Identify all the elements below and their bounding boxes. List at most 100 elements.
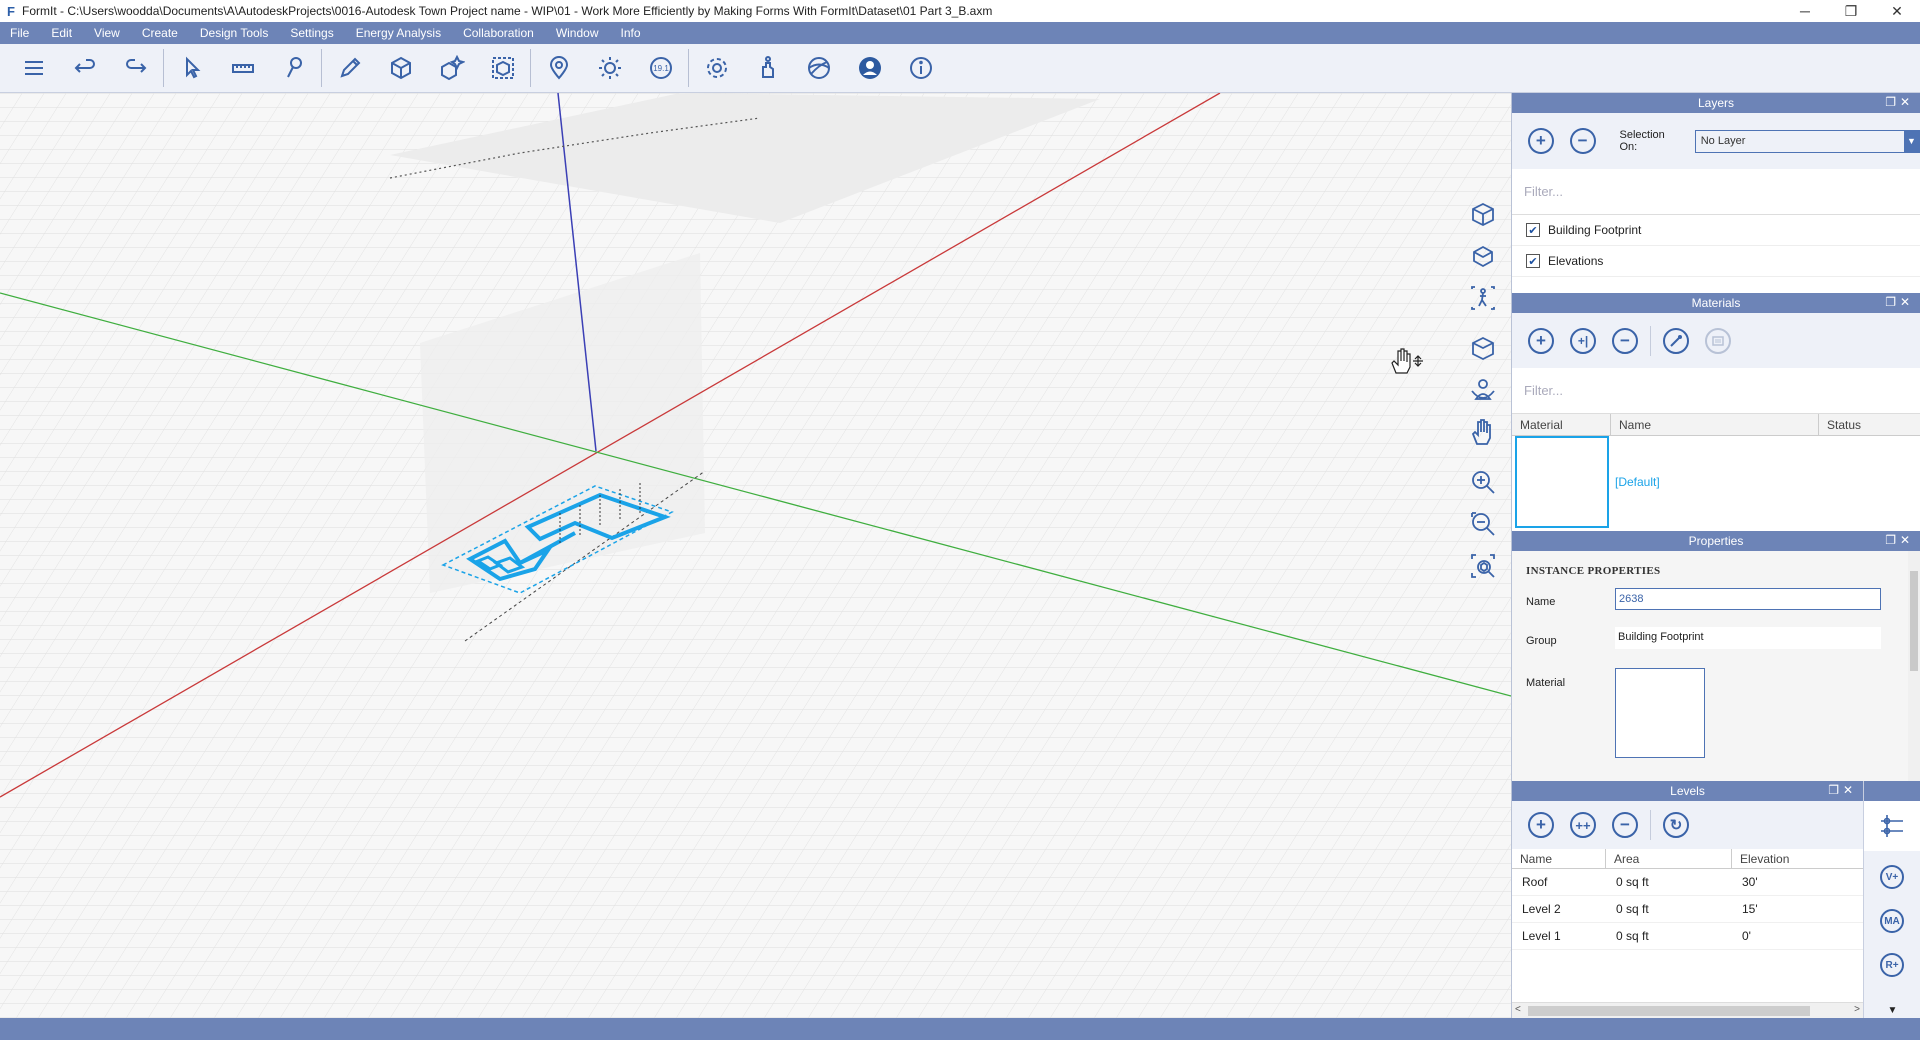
view-cube-button[interactable] [1462,193,1504,235]
add-multiple-levels-button[interactable]: ++ [1570,812,1596,838]
column-material[interactable]: Material [1512,414,1611,435]
menu-window[interactable]: Window [546,26,611,40]
name-input[interactable]: 2638 [1615,588,1881,610]
sketch-button[interactable] [324,48,375,88]
3d-viewport[interactable] [0,93,1511,1018]
zoom-out-button[interactable] [1462,503,1504,545]
panel-float-close-icons[interactable]: ❐✕ [1885,533,1914,547]
layer-row-building-footprint[interactable]: ✔ Building Footprint [1512,215,1920,246]
walk-button[interactable] [1462,277,1504,319]
menu-collaboration[interactable]: Collaboration [453,26,546,40]
pan-button[interactable] [1462,411,1504,453]
zoom-extents-button[interactable] [1462,545,1504,587]
toolbar-menu-button[interactable] [8,48,59,88]
scrollbar-thumb[interactable] [1910,571,1918,671]
scale-button[interactable]: 19.1 [635,48,686,88]
panel-float-close-icons[interactable]: ❐✕ [1885,295,1914,309]
menu-info[interactable]: Info [611,26,653,40]
info-button[interactable] [895,48,946,88]
material-library-button[interactable] [1705,327,1731,354]
level-area: 0 sq ft [1616,875,1649,889]
paint-icon [286,57,302,78]
maximize-button[interactable]: ❐ [1828,0,1874,22]
level-elevation: 0' [1742,929,1751,943]
level-row[interactable]: Roof 0 sq ft 30' [1512,869,1863,896]
layers-filter-input[interactable]: Filter... [1512,169,1920,215]
select-button[interactable] [166,48,217,88]
globe-icon [807,57,830,79]
close-button[interactable]: ✕ [1874,0,1920,22]
ma-button[interactable]: MA [1864,909,1920,953]
chevron-down-icon[interactable]: ▼ [1864,1005,1920,1016]
column-name[interactable]: Name [1512,849,1606,868]
levels-horizontal-scrollbar[interactable]: < > [1512,1002,1863,1018]
level-tool-button[interactable] [1864,801,1920,851]
menu-view[interactable]: View [84,26,132,40]
menu-edit[interactable]: Edit [41,26,84,40]
eyedropper-button[interactable] [1663,327,1689,354]
menu-file[interactable]: File [0,26,41,40]
collaboration-button[interactable] [793,48,844,88]
paint-button[interactable] [268,48,319,88]
level-row[interactable]: Level 1 0 sq ft 0' [1512,923,1863,950]
r-plus-button[interactable]: R+ [1864,953,1920,997]
add-level-button[interactable]: + [1528,812,1554,838]
add-material-button[interactable]: + [1528,327,1554,354]
minimize-button[interactable]: ─ [1782,0,1828,22]
zoom-in-button[interactable] [1462,461,1504,503]
add-layer-button[interactable]: + [1528,128,1554,154]
layer-visible-checkbox[interactable]: ✔ [1526,254,1540,268]
panel-float-close-icons[interactable] [1864,781,1920,801]
redo-button[interactable] [110,48,161,88]
component-button[interactable] [426,48,477,88]
account-button[interactable] [844,48,895,88]
panel-float-close-icons[interactable]: ❐✕ [1885,95,1914,109]
level-name: Level 2 [1522,902,1561,916]
materials-filter-input[interactable]: Filter... [1512,368,1920,414]
orbit-box-button[interactable] [1462,235,1504,277]
levels-panel-header: Levels ❐✕ [1512,781,1863,801]
layer-row-elevations[interactable]: ✔ Elevations [1512,246,1920,277]
name-label: Name [1526,596,1556,608]
menu-create[interactable]: Create [132,26,190,40]
import-material-button[interactable]: +| [1570,327,1596,354]
look-around-button[interactable] [1462,369,1504,411]
remove-level-button[interactable]: − [1612,812,1638,838]
dynamo-button[interactable] [742,48,793,88]
perspective-button[interactable] [1462,327,1504,369]
dimension-button[interactable] [217,48,268,88]
column-area[interactable]: Area [1606,849,1732,868]
v-plus-button[interactable]: V+ [1864,865,1920,909]
scroll-right-icon[interactable]: > [1854,1004,1860,1015]
column-name[interactable]: Name [1611,414,1819,435]
perspective-icon [1472,336,1494,361]
material-preview-swatch[interactable] [1615,668,1705,758]
scrollbar-thumb[interactable] [1528,1006,1810,1016]
cube-button[interactable] [375,48,426,88]
undo-button[interactable] [59,48,110,88]
settings-button[interactable] [691,48,742,88]
menu-design-tools[interactable]: Design Tools [190,26,280,40]
menu-settings[interactable]: Settings [280,26,345,40]
column-status[interactable]: Status [1819,414,1919,435]
menu-energy-analysis[interactable]: Energy Analysis [346,26,453,40]
location-button[interactable] [533,48,584,88]
layer-visible-checkbox[interactable]: ✔ [1526,223,1540,237]
scroll-left-icon[interactable]: < [1515,1004,1521,1015]
properties-scrollbar[interactable] [1908,551,1920,781]
column-elevation[interactable]: Elevation [1732,849,1863,868]
remove-layer-button[interactable]: − [1569,128,1596,154]
panel-float-close-icons[interactable]: ❐✕ [1828,783,1857,797]
refresh-levels-button[interactable]: ↻ [1663,812,1689,838]
remove-material-button[interactable]: − [1612,327,1638,354]
level-row[interactable]: Level 2 0 sq ft 15' [1512,896,1863,923]
v-plus-icon: V+ [1880,865,1904,889]
level-elevation: 30' [1742,875,1758,889]
sun-button[interactable] [584,48,635,88]
material-row-default[interactable]: [Default] [1512,436,1920,528]
group-button[interactable] [477,48,528,88]
navigation-bar [1462,193,1504,598]
selection-on-dropdown[interactable]: No Layer ▼ [1694,129,1920,153]
layers-panel-title: Layers [1697,96,1735,110]
toolbar-separator [1650,325,1651,356]
